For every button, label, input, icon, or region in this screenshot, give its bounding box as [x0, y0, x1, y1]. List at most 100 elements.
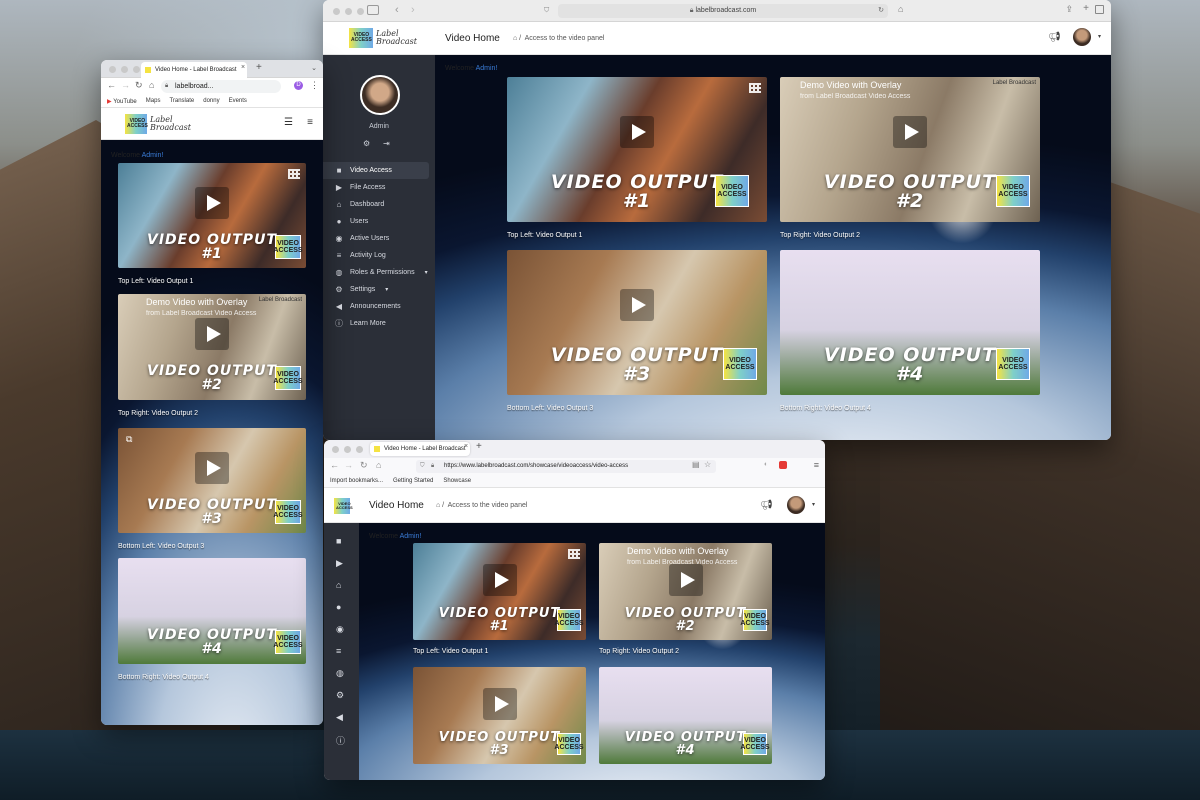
close-dot[interactable]	[109, 66, 116, 73]
back-icon[interactable]: ←	[107, 80, 116, 90]
sidebar-item-users[interactable]: ● Users	[323, 213, 435, 230]
bookmark-translate[interactable]: Translate	[169, 98, 194, 104]
new-tab-icon[interactable]: +	[1083, 3, 1089, 14]
user-tag-icon[interactable]: ◍	[336, 668, 344, 679]
gear-icon[interactable]: ⚙	[363, 139, 370, 148]
address-bar[interactable]: ⛉ 🔒︎ https://www.labelbroadcast.com/show…	[416, 460, 716, 473]
bookmark-events[interactable]: Events	[229, 98, 247, 104]
brand-logo[interactable]: VIDEO ACCESS Label Broadcast	[349, 28, 417, 48]
sidebar-toggle-icon[interactable]	[367, 5, 379, 15]
browser-tab[interactable]: Video Home - Label Broadcast	[141, 62, 247, 78]
tabs-overview-icon[interactable]	[1095, 5, 1104, 14]
sidebar-item-activity-log[interactable]: ≡ Activity Log	[323, 247, 435, 264]
announcement-icon[interactable]: 📢︎	[1048, 32, 1061, 43]
video-tile-2[interactable]: Demo Video with Overlay from Label Broad…	[118, 294, 306, 400]
address-bar[interactable]: ⛉ 🔒︎ labelbroadcast.com ↻	[544, 4, 888, 18]
new-tab-icon[interactable]: +	[476, 441, 482, 452]
sidebar-item-video-access[interactable]: ■ Video Access	[323, 162, 429, 179]
sidebar-item-dashboard[interactable]: ⌂ Dashboard	[323, 196, 435, 213]
forward-icon[interactable]: →	[121, 80, 130, 90]
minimize-dot[interactable]	[345, 8, 352, 15]
play-icon[interactable]	[482, 563, 517, 596]
home-icon[interactable]: ⌂	[898, 4, 903, 14]
reload-icon[interactable]: ↻	[878, 4, 884, 18]
video-tile-1[interactable]: VIDEO OUTPUT #1 VIDEO ACCESS	[118, 163, 306, 268]
play-icon[interactable]	[195, 451, 229, 484]
close-tab-icon[interactable]: ×	[241, 64, 245, 71]
grid-icon[interactable]	[568, 549, 580, 559]
menu-toggle-icon[interactable]: ☰	[284, 117, 293, 128]
grid-icon[interactable]	[288, 169, 300, 179]
bookmark-youtube[interactable]: ▶ YouTube	[107, 98, 137, 105]
sidebar-item-roles-permissions[interactable]: ◍ Roles & Permissions ▾	[323, 264, 435, 281]
zoom-dot[interactable]	[357, 8, 364, 15]
reload-icon[interactable]: ↻	[360, 460, 368, 471]
play-icon[interactable]	[482, 687, 517, 720]
extension-icon[interactable]	[779, 461, 787, 469]
user-circle-icon[interactable]: ◉	[336, 624, 344, 635]
reader-view-icon[interactable]: ▤	[692, 460, 700, 469]
video-tile-1[interactable]: VIDEO OUTPUT #1 VIDEO ACCESS	[413, 543, 586, 640]
reload-icon[interactable]: ↻	[135, 80, 143, 91]
brand-logo[interactable]: VIDEO ACCESS	[334, 498, 353, 514]
back-icon[interactable]: ←	[330, 460, 339, 470]
home-icon[interactable]: ⌂	[376, 460, 381, 470]
brand-logo[interactable]: VIDEO ACCESS Label Broadcast	[125, 114, 191, 134]
bookmark-import[interactable]: Import bookmarks...	[330, 478, 383, 484]
avatar[interactable]: D	[294, 81, 303, 90]
play-icon[interactable]	[893, 116, 927, 149]
forward-icon[interactable]: →	[344, 460, 353, 470]
play-icon[interactable]	[668, 563, 703, 596]
users-icon[interactable]: ●	[336, 602, 341, 612]
avatar[interactable]	[1073, 28, 1091, 46]
close-dot[interactable]	[332, 446, 339, 453]
avatar[interactable]	[787, 496, 805, 514]
play-icon[interactable]	[195, 318, 229, 351]
bookmark-showcase[interactable]: Showcase	[443, 478, 471, 484]
sidebar-item-announcements[interactable]: ◀ Announcements	[323, 298, 435, 315]
home-icon[interactable]: ⌂	[149, 80, 154, 90]
video-tile-2[interactable]: Demo Video with Overlay from Label Broad…	[780, 77, 1040, 222]
video-tile-4[interactable]: VIDEO OUTPUT #4 VIDEO ACCESS	[118, 558, 306, 664]
kebab-menu-icon[interactable]: ⋮	[310, 80, 319, 91]
bookmark-donny[interactable]: donny	[203, 98, 219, 104]
play-circle-icon[interactable]: ▶	[336, 558, 343, 569]
minimize-dot[interactable]	[121, 66, 128, 73]
close-dot[interactable]	[333, 8, 340, 15]
video-tile-3[interactable]: ⧉ VIDEO OUTPUT #3 VIDEO ACCESS	[118, 428, 306, 533]
list-icon[interactable]: ≡	[336, 646, 341, 656]
bookmark-maps[interactable]: Maps	[146, 98, 161, 104]
play-icon[interactable]	[620, 116, 654, 149]
sidebar-item-learn-more[interactable]: ⓘ Learn More	[323, 315, 435, 332]
home-icon[interactable]: ⌂	[436, 502, 440, 509]
chevron-down-icon[interactable]: ▾	[1098, 33, 1101, 40]
grid-icon[interactable]	[749, 83, 761, 93]
zoom-dot[interactable]	[356, 446, 363, 453]
share-icon[interactable]: ⇪	[1065, 4, 1073, 15]
back-icon[interactable]: ‹	[395, 4, 399, 16]
pocket-icon[interactable]: ◐	[764, 461, 768, 468]
video-tile-2[interactable]: Demo Video with Overlay from Label Broad…	[599, 543, 772, 640]
hamburger-icon[interactable]: ≡	[307, 117, 313, 128]
minimize-dot[interactable]	[344, 446, 351, 453]
logout-icon[interactable]: ⇥	[383, 139, 390, 148]
gears-icon[interactable]: ⚙	[336, 690, 344, 701]
forward-icon[interactable]: ›	[411, 4, 415, 16]
video-tile-4[interactable]: VIDEO OUTPUT #4 VIDEO ACCESS	[599, 667, 772, 764]
video-tile-1[interactable]: VIDEO OUTPUT #1 VIDEO ACCESS	[507, 77, 767, 222]
bookmark-getting-started[interactable]: Getting Started	[393, 478, 433, 484]
video-tile-3[interactable]: VIDEO OUTPUT #3 VIDEO ACCESS	[413, 667, 586, 764]
new-tab-icon[interactable]: +	[256, 62, 262, 73]
home-icon[interactable]: ⌂	[336, 580, 341, 590]
chevron-down-icon[interactable]: ⌄	[311, 64, 317, 72]
announcement-icon[interactable]: 📢︎	[760, 500, 773, 511]
sidebar-item-active-users[interactable]: ◉ Active Users	[323, 230, 435, 247]
chevron-down-icon[interactable]: ▾	[812, 501, 815, 508]
sidebar-item-settings[interactable]: ⚙ Settings ▾	[323, 281, 435, 298]
cast-icon[interactable]: ⧉	[126, 434, 132, 445]
megaphone-icon[interactable]: ◀	[336, 712, 343, 723]
address-bar[interactable]: 🔒︎ labelbroad...	[161, 80, 281, 93]
browser-tab[interactable]: Video Home - Label Broadcast	[370, 442, 470, 456]
play-icon[interactable]	[620, 289, 654, 322]
profile-avatar[interactable]	[360, 75, 400, 115]
